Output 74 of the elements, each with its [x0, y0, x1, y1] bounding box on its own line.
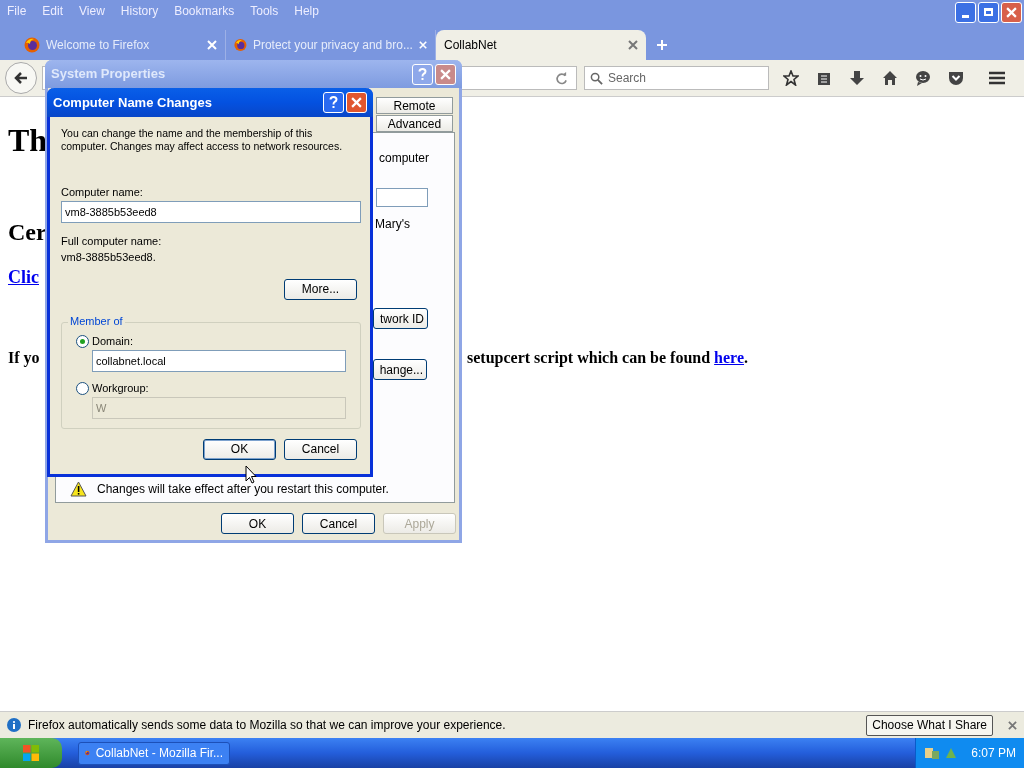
dialog-button[interactable]: Cancel: [302, 513, 375, 534]
radio-label: Workgroup:: [92, 382, 149, 395]
close-icon[interactable]: [628, 40, 638, 50]
page-heading: Th: [8, 121, 48, 160]
library-icon[interactable]: [816, 70, 832, 86]
download-icon[interactable]: [849, 70, 865, 86]
page-subheading: Cer: [8, 218, 47, 247]
radio-button[interactable]: [76, 335, 89, 348]
close-icon: [1006, 6, 1017, 18]
dialog-button[interactable]: Cancel: [284, 439, 357, 460]
help-icon: [329, 96, 338, 109]
here-link[interactable]: here: [714, 349, 745, 366]
back-button[interactable]: [5, 62, 37, 94]
star-icon[interactable]: [783, 70, 799, 86]
choose-share-button[interactable]: Choose What I Share: [866, 714, 993, 736]
firefox-icon: [24, 37, 40, 53]
tab-title: Welcome to Firefox: [46, 37, 151, 54]
smiley-icon[interactable]: [915, 70, 931, 86]
network-id-button[interactable]: twork ID: [373, 308, 428, 329]
close-button[interactable]: [435, 63, 456, 85]
tray-network-icon[interactable]: [924, 745, 940, 761]
help-button[interactable]: [323, 92, 344, 113]
mouse-cursor-icon: [245, 465, 257, 484]
dialog-button[interactable]: OK: [203, 439, 276, 460]
home-icon[interactable]: [882, 70, 898, 86]
help-icon: [418, 67, 427, 81]
restore-button[interactable]: [978, 1, 999, 23]
restart-notice: Changes will take effect after you restart this computer.: [97, 481, 389, 498]
group-legend: Member of: [68, 315, 125, 328]
clock: 6:07 PM: [971, 745, 1016, 762]
start-button[interactable]: [0, 738, 62, 768]
close-button[interactable]: [346, 92, 367, 113]
window-title: System Properties: [51, 65, 166, 84]
radio-label: Domain:: [92, 335, 133, 348]
paragraph-start: If yo: [8, 349, 40, 366]
panel-text: computer: [379, 150, 430, 167]
paragraph-text: setupcert script which can be found here.: [467, 348, 749, 368]
tab-title: Protect your privacy and bro...: [252, 37, 413, 54]
full-computer-name: vm8-3885b53eed8.: [61, 251, 157, 264]
close-icon: [351, 97, 362, 108]
browser-tab[interactable]: CollabNet: [436, 30, 646, 60]
member-field[interactable]: collabnet.local: [92, 350, 346, 372]
back-arrow-icon: [13, 70, 29, 86]
intro-text: You can change the name and the membership of this computer. Changes may affect access to network resources.: [61, 127, 344, 153]
tab-title: CollabNet: [444, 37, 498, 54]
search-field[interactable]: Search: [584, 66, 769, 90]
info-icon: [7, 718, 21, 732]
close-button[interactable]: [1001, 1, 1022, 23]
warning-icon: [70, 481, 87, 497]
taskbar-button[interactable]: CollabNet - Mozilla Fir...: [78, 741, 230, 765]
close-icon[interactable]: [1008, 720, 1017, 730]
new-tab-icon[interactable]: [656, 39, 668, 51]
field-label: Computer name:: [61, 186, 144, 199]
field-label: Full computer name:: [61, 235, 163, 248]
close-icon: [440, 68, 451, 80]
change-button[interactable]: hange...: [373, 359, 427, 380]
computer-name-field[interactable]: vm8-3885b53eed8: [61, 201, 361, 223]
text-field[interactable]: [376, 188, 428, 207]
menu-icon[interactable]: [988, 70, 1006, 86]
more-button[interactable]: More...: [284, 279, 357, 300]
page-link[interactable]: Clic: [8, 265, 39, 289]
reload-icon[interactable]: [555, 71, 568, 85]
pocket-icon[interactable]: [948, 70, 964, 86]
firefox-icon: [234, 37, 247, 53]
dialog-title: Computer Name Changes: [53, 93, 212, 112]
notification-text: Firefox automatically sends some data to Mozilla so that we can improve your experience.: [28, 717, 506, 734]
help-button[interactable]: [412, 63, 433, 85]
windows-logo-icon: [22, 744, 40, 762]
dialog-tab[interactable]: Advanced: [376, 115, 453, 132]
dialog-tab[interactable]: Remote: [376, 97, 453, 114]
minimize-button[interactable]: [955, 1, 976, 23]
dialog-button[interactable]: OK: [221, 513, 294, 534]
search-icon: [590, 71, 603, 85]
panel-text: Mary's: [375, 216, 410, 233]
